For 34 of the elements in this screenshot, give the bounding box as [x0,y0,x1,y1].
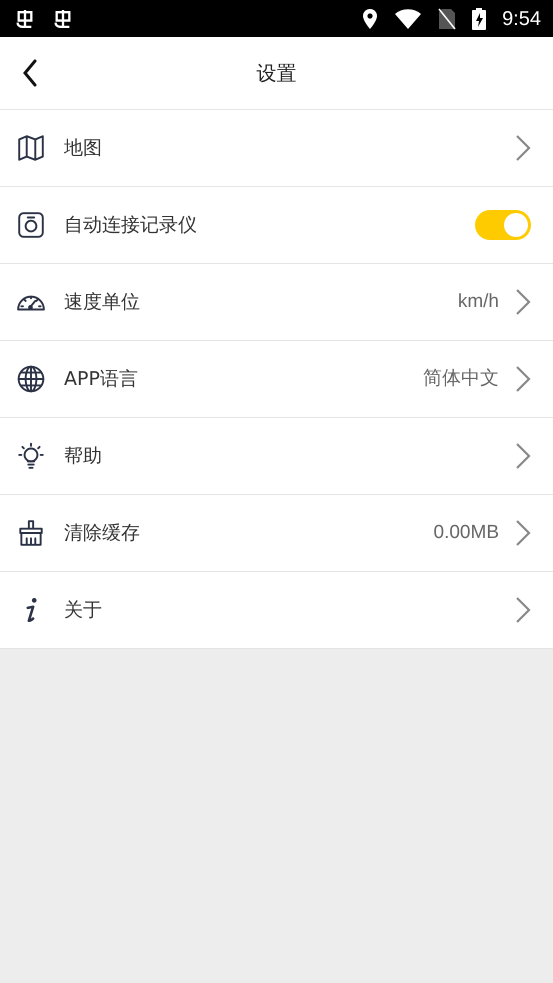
setting-value: 0.00MB [434,520,499,545]
settings-row[interactable]: 地图 [0,110,553,187]
settings-row[interactable]: 关于 [0,572,553,649]
setting-label: 帮助 [64,444,102,469]
setting-label: 地图 [64,136,102,161]
chevron-icon [515,442,531,470]
globe-icon [16,364,46,394]
wifi-icon [394,8,422,30]
settings-row[interactable]: 速度单位 km/h [0,264,553,341]
settings-row[interactable]: APP语言 简体中文 [0,341,553,418]
chevron-icon [515,596,531,624]
no-sim-icon [438,8,456,30]
setting-label: 关于 [64,598,102,623]
battery-icon [472,8,486,30]
settings-row[interactable]: 清除缓存 0.00MB [0,495,553,572]
chevron-icon [515,365,531,393]
setting-label: 自动连接记录仪 [64,212,197,238]
map-icon [16,133,46,163]
setting-value: km/h [458,290,499,314]
settings-row[interactable]: 帮助 [0,418,553,495]
camera-icon [16,210,46,240]
setting-label: 速度单位 [64,290,140,315]
clock-text: 9:54 [502,6,541,32]
chevron-icon [515,519,531,547]
location-icon [362,8,378,30]
toggle-switch[interactable] [475,210,531,240]
settings-row[interactable]: 自动连接记录仪 [0,187,553,264]
page-title: 设置 [256,60,296,87]
chevron-icon [515,288,531,316]
chevron-icon [515,134,531,162]
setting-value: 简体中文 [423,366,499,391]
setting-label: APP语言 [64,366,138,392]
light-bulb-icon [16,441,46,471]
setting-label: 清除缓存 [64,520,140,546]
